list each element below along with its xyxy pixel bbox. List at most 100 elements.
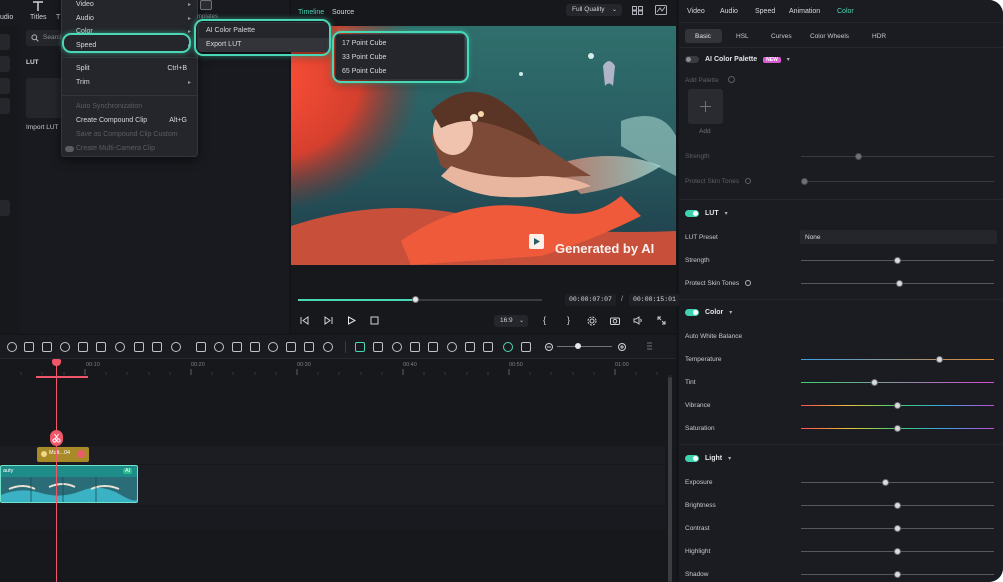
zoom-knob[interactable]	[575, 343, 581, 349]
menu-item-split[interactable]: Split Ctrl+B	[62, 63, 197, 75]
contrast-slider[interactable]	[801, 525, 994, 532]
work-area-range[interactable]	[36, 376, 88, 378]
shield-icon[interactable]	[447, 342, 457, 352]
effect-icon[interactable]	[250, 342, 260, 352]
scope-icon[interactable]	[655, 5, 667, 15]
more-grid-icon[interactable]	[646, 342, 653, 352]
snap-icon[interactable]	[503, 342, 513, 352]
next-frame-icon[interactable]	[324, 316, 333, 325]
zoom-slider[interactable]	[557, 343, 612, 349]
snapshot-camera-icon[interactable]	[610, 316, 620, 325]
scrollbar-thumb[interactable]	[668, 377, 672, 582]
playback-progress[interactable]	[298, 296, 542, 303]
category-button[interactable]	[0, 34, 10, 50]
smart-icon[interactable]	[392, 342, 402, 352]
rotate-icon[interactable]	[171, 342, 181, 352]
tab-audio[interactable]: udio	[0, 14, 13, 21]
lut-strength-slider[interactable]	[801, 257, 994, 264]
color-icon[interactable]	[96, 342, 106, 352]
previous-frame-icon[interactable]	[300, 316, 309, 325]
speed-icon[interactable]	[115, 342, 125, 352]
grid-view-icon[interactable]	[632, 6, 643, 15]
slider-knob[interactable]	[895, 280, 903, 287]
slider-knob[interactable]	[801, 178, 809, 185]
help-icon[interactable]	[745, 280, 751, 286]
color-toggle[interactable]	[685, 309, 699, 316]
zoom-out-icon[interactable]	[545, 343, 553, 351]
split-scissors-button[interactable]	[50, 430, 63, 446]
shadow-slider[interactable]	[801, 571, 994, 578]
mask-icon[interactable]	[152, 342, 162, 352]
ai-palette-toggle[interactable]	[685, 56, 699, 63]
mark-in-button[interactable]: {	[543, 315, 546, 325]
import-lut-tile[interactable]	[26, 78, 66, 118]
category-button[interactable]	[0, 56, 10, 72]
slider-knob[interactable]	[894, 502, 901, 509]
play-icon[interactable]	[347, 316, 356, 325]
slider-knob[interactable]	[894, 548, 901, 555]
delete-icon[interactable]	[7, 342, 17, 352]
chain-icon[interactable]	[521, 342, 531, 352]
mixer-icon[interactable]	[483, 342, 493, 352]
slider-knob[interactable]	[855, 153, 863, 160]
sync-icon[interactable]	[428, 342, 438, 352]
mark-out-button[interactable]: }	[567, 315, 570, 325]
menu-item-trim[interactable]: Trim ▸	[62, 77, 197, 89]
add-palette-button[interactable]	[688, 89, 723, 124]
menu-item-video[interactable]: Video ▸	[62, 0, 197, 11]
lut-preset-dropdown[interactable]: None	[800, 230, 997, 244]
fullscreen-icon[interactable]	[657, 316, 666, 325]
ai-tool-icon[interactable]	[196, 342, 206, 352]
aspect-ratio-dropdown[interactable]: 16:9 ⌄	[494, 315, 528, 327]
tab-transitions[interactable]: T	[56, 14, 60, 21]
lut-toggle[interactable]	[685, 210, 699, 217]
highlight-slider[interactable]	[801, 548, 994, 555]
tab-timeline[interactable]: Timeline	[298, 9, 324, 16]
category-button[interactable]	[0, 200, 10, 216]
keyframe-icon[interactable]	[232, 342, 242, 352]
pen-icon[interactable]	[78, 342, 88, 352]
mic-icon[interactable]	[465, 342, 475, 352]
slider-knob[interactable]	[894, 571, 901, 578]
slider-knob[interactable]	[870, 379, 878, 386]
vibrance-slider[interactable]	[801, 402, 994, 409]
zoom-in-icon[interactable]	[618, 343, 626, 351]
translate-icon[interactable]	[286, 342, 296, 352]
stop-icon[interactable]	[370, 316, 379, 325]
timeline-ruler[interactable]: 00:10 00:20 00:30 00:40 00:50 01:00	[0, 359, 665, 375]
stabilize-icon[interactable]	[214, 342, 224, 352]
timer-icon[interactable]	[134, 342, 144, 352]
quality-dropdown[interactable]: Full Quality ⌄	[566, 4, 622, 16]
crop-icon[interactable]	[42, 342, 52, 352]
transition-icon[interactable]	[373, 342, 383, 352]
category-button[interactable]	[0, 78, 10, 94]
slider-knob[interactable]	[894, 425, 901, 432]
slider-knob[interactable]	[894, 525, 901, 532]
timeline-scrollbar[interactable]	[668, 375, 672, 582]
video-clip[interactable]: auty AI	[0, 465, 138, 503]
ai-strength-slider[interactable]	[801, 153, 994, 160]
volume-icon[interactable]	[633, 316, 643, 325]
exposure-slider[interactable]	[801, 479, 994, 486]
motion-icon[interactable]	[323, 342, 333, 352]
help-icon[interactable]	[745, 178, 751, 184]
text-icon[interactable]	[60, 342, 70, 352]
import-lut-label[interactable]: Import LUT	[26, 124, 59, 131]
adjust-icon[interactable]	[268, 342, 278, 352]
compound-clip[interactable]: Mult...04	[37, 447, 89, 462]
cut-icon[interactable]	[24, 342, 34, 352]
menu-item-create-compound-clip[interactable]: Create Compound Clip Alt+G	[62, 115, 197, 127]
ai-copilot-icon[interactable]	[355, 342, 365, 352]
lut-protect-skin-slider[interactable]	[801, 280, 994, 287]
settings-gear-icon[interactable]	[587, 316, 597, 326]
tint-slider[interactable]	[801, 379, 994, 386]
scrubber-handle[interactable]	[411, 296, 419, 303]
menu-item-audio[interactable]: Audio ▸	[62, 13, 197, 25]
playhead-handle[interactable]	[52, 359, 61, 366]
tab-titles[interactable]: Titles	[30, 14, 46, 21]
help-icon[interactable]	[728, 76, 735, 83]
tab-source[interactable]: Source	[332, 9, 354, 16]
slider-knob[interactable]	[882, 479, 890, 486]
temperature-slider[interactable]	[801, 356, 994, 363]
auto-white-balance-label[interactable]: Auto White Balance	[685, 333, 742, 340]
